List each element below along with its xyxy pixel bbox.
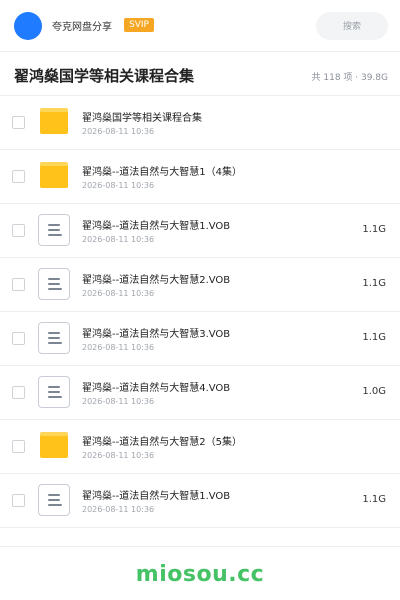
file-date: 2026-08-11 10:36 xyxy=(82,127,155,136)
file-name[interactable]: 翟鸿燊--道法自然与大智慧3.VOB xyxy=(82,325,230,340)
file-date: 2026-08-11 10:36 xyxy=(82,505,155,514)
watermark: miosou.cc xyxy=(135,562,265,587)
list-item[interactable]: 翟鸿燊--道法自然与大智慧1（4集） 2026-08-11 10:36 xyxy=(0,150,400,204)
row-checkbox[interactable] xyxy=(12,494,25,507)
search-button[interactable]: 搜索 xyxy=(316,12,388,40)
document-icon xyxy=(38,484,70,516)
row-checkbox[interactable] xyxy=(12,440,25,453)
file-size: 1.1G xyxy=(362,494,386,505)
file-size: 1.0G xyxy=(362,386,386,397)
item-summary: 共 118 项 · 39.8G xyxy=(311,73,389,83)
file-list: 翟鸿燊国学等相关课程合集 2026-08-11 10:36 翟鸿燊--道法自然与大智… xyxy=(0,96,400,528)
document-icon xyxy=(38,322,70,354)
list-item[interactable]: 翟鸿燊--道法自然与大智慧4.VOB 2026-08-11 10:36 1.0G xyxy=(0,366,400,420)
file-size: 1.1G xyxy=(362,332,386,343)
document-icon xyxy=(38,214,70,246)
avatar[interactable] xyxy=(14,12,42,40)
file-name[interactable]: 翟鸿燊国学等相关课程合集 xyxy=(82,109,202,124)
list-item[interactable]: 翟鸿燊--道法自然与大智慧3.VOB 2026-08-11 10:36 1.1G xyxy=(0,312,400,366)
folder-icon xyxy=(38,430,70,462)
file-name[interactable]: 翟鸿燊--道法自然与大智慧1.VOB xyxy=(82,217,230,232)
file-date: 2026-08-11 10:36 xyxy=(82,181,155,190)
row-checkbox[interactable] xyxy=(12,170,25,183)
file-name[interactable]: 翟鸿燊--道法自然与大智慧4.VOB xyxy=(82,379,230,394)
row-checkbox[interactable] xyxy=(12,116,25,129)
list-item[interactable]: 翟鸿燊--道法自然与大智慧2.VOB 2026-08-11 10:36 1.1G xyxy=(0,258,400,312)
file-name[interactable]: 翟鸿燊--道法自然与大智慧1（4集） xyxy=(82,163,242,178)
brand-name: 夸克网盘分享 xyxy=(52,22,112,33)
row-checkbox[interactable] xyxy=(12,386,25,399)
list-item[interactable]: 翟鸿燊--道法自然与大智慧1.VOB 2026-08-11 10:36 1.1G xyxy=(0,204,400,258)
file-name[interactable]: 翟鸿燊--道法自然与大智慧1.VOB xyxy=(82,487,230,502)
folder-icon xyxy=(38,160,70,192)
file-name[interactable]: 翟鸿燊--道法自然与大智慧2（5集） xyxy=(82,433,242,448)
file-date: 2026-08-11 10:36 xyxy=(82,397,155,406)
svip-badge: SVIP xyxy=(124,18,154,32)
file-size: 1.1G xyxy=(362,278,386,289)
document-icon xyxy=(38,376,70,408)
list-item[interactable]: 翟鸿燊--道法自然与大智慧2（5集） 2026-08-11 10:36 xyxy=(0,420,400,474)
row-checkbox[interactable] xyxy=(12,224,25,237)
folder-icon xyxy=(38,106,70,138)
list-item[interactable]: 翟鸿燊--道法自然与大智慧1.VOB 2026-08-11 10:36 1.1G xyxy=(0,474,400,528)
page-title: 翟鸿燊国学等相关课程合集 xyxy=(14,67,195,85)
row-checkbox[interactable] xyxy=(12,278,25,291)
file-date: 2026-08-11 10:36 xyxy=(82,235,155,244)
file-date: 2026-08-11 10:36 xyxy=(82,343,155,352)
footer-divider xyxy=(0,546,400,547)
header: 夸克网盘分享 SVIP 搜索 xyxy=(0,0,400,52)
file-date: 2026-08-11 10:36 xyxy=(82,289,155,298)
document-icon xyxy=(38,268,70,300)
file-date: 2026-08-11 10:36 xyxy=(82,451,155,460)
file-size: 1.1G xyxy=(362,224,386,235)
list-item[interactable]: 翟鸿燊国学等相关课程合集 2026-08-11 10:36 xyxy=(0,96,400,150)
file-name[interactable]: 翟鸿燊--道法自然与大智慧2.VOB xyxy=(82,271,230,286)
title-bar: 翟鸿燊国学等相关课程合集 共 118 项 · 39.8G xyxy=(0,52,400,96)
row-checkbox[interactable] xyxy=(12,332,25,345)
